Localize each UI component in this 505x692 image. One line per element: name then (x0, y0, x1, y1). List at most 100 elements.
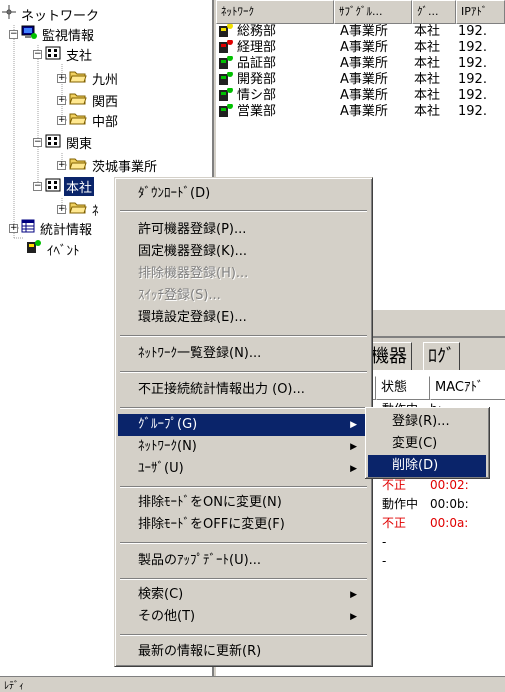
expand-icon[interactable]: + (9, 223, 18, 233)
device-mac: 00:0b: (430, 497, 469, 511)
table-row[interactable]: 開発部 A事業所 本社 192. (216, 72, 505, 88)
folder-icon (69, 111, 87, 129)
menu-item-group-label: ｸﾞﾙｰﾌﾟ(G) (138, 417, 198, 432)
device-status-icon (218, 40, 234, 56)
menu-separator (120, 634, 367, 636)
menu-separator (120, 407, 367, 409)
folder-icon (69, 200, 87, 218)
tab-log[interactable]: ﾛｸﾞ (423, 342, 460, 370)
menu-item-download[interactable]: ﾀﾞｳﾝﾛｰﾄﾞ(D) (118, 183, 369, 205)
tree-item-chubu[interactable]: + 中部 (57, 110, 120, 130)
menu-separator (120, 486, 367, 488)
menu-item-network-list[interactable]: ﾈｯﾄﾜｰｸ一覧登録(N)... (118, 343, 369, 365)
tree-label: ｲﾍﾞﾝﾄ (47, 243, 80, 259)
expand-icon[interactable]: + (57, 95, 66, 105)
column-header-network[interactable]: ﾈｯﾄﾜｰｸ (216, 0, 334, 24)
menu-item-network-label: ﾈｯﾄﾜｰｸ(N) (138, 439, 197, 454)
table-row[interactable]: 総務部 A事業所 本社 192. (216, 24, 505, 40)
building-icon (45, 132, 61, 152)
tree-item-kansai[interactable]: + 関西 (57, 90, 120, 110)
expand-icon[interactable]: + (57, 204, 66, 214)
column-header-mac[interactable]: MACｱﾄﾞ (430, 376, 505, 400)
column-header-ip[interactable]: IPｱﾄﾞ (456, 0, 505, 24)
tree-item-events[interactable]: ｲﾍﾞﾝﾄ (26, 239, 82, 259)
list-rows: 総務部 A事業所 本社 192. 経理部 A事業所 本社 192. 品証部 A事業所 本社 192. 開… (216, 24, 505, 120)
ip-cell: 192. (458, 40, 487, 55)
device-row[interactable]: 動作中 00:0b: (366, 495, 505, 514)
menu-item-user[interactable]: ﾕｰｻﾞ(U) ▶ (118, 458, 369, 480)
collapse-icon[interactable]: − (33, 49, 42, 59)
group-cell: 本社 (414, 56, 441, 71)
tree-label: 中部 (92, 114, 119, 130)
tree-label: 茨城事業所 (92, 159, 158, 175)
submenu-item-delete[interactable]: 削除(D) (368, 455, 486, 477)
network-name: 情シ部 (237, 88, 277, 103)
menu-item-other[interactable]: その他(T) ▶ (118, 606, 369, 628)
submenu-item-change[interactable]: 変更(C) (368, 433, 486, 455)
network-cell: 開発部 (216, 72, 334, 88)
menu-separator (120, 542, 367, 544)
collapse-icon[interactable]: − (33, 181, 42, 191)
tree-item-branch[interactable]: − 支社 (33, 44, 94, 64)
menu-separator (120, 210, 367, 212)
device-row[interactable]: - (366, 533, 505, 552)
expand-icon[interactable]: + (57, 160, 66, 170)
table-row[interactable]: 情シ部 A事業所 本社 192. (216, 88, 505, 104)
submenu-arrow-icon: ▶ (350, 442, 357, 452)
tree-item-network-root[interactable]: ネットワーク (2, 4, 101, 24)
network-cell: 経理部 (216, 40, 334, 56)
expand-icon[interactable]: + (57, 115, 66, 125)
tree-label: 関西 (92, 94, 119, 110)
table-row[interactable]: 品証部 A事業所 本社 192. (216, 56, 505, 72)
collapse-icon[interactable]: − (9, 29, 18, 39)
device-row[interactable]: - (366, 552, 505, 571)
subgroup-cell: A事業所 (340, 104, 388, 119)
tree-item-ibaraki[interactable]: + 茨城事業所 (57, 155, 159, 175)
group-cell: 本社 (414, 104, 441, 119)
tree-item-kyushu[interactable]: + 九州 (57, 68, 120, 88)
device-row[interactable]: 不正 00:0a: (366, 514, 505, 533)
network-root-icon (2, 5, 16, 23)
event-device-icon (26, 239, 42, 259)
building-icon (45, 176, 61, 196)
menu-item-update[interactable]: 製品のｱｯﾌﾟﾃﾞｰﾄ(U)... (118, 550, 369, 572)
column-header-group[interactable]: ｸﾞ... (412, 0, 456, 24)
tree-item-monitor[interactable]: − 監視情報 (9, 24, 96, 44)
status-bar: ﾚﾃﾞｨ (0, 676, 505, 692)
group-submenu: 登録(R)... 変更(C) 削除(D) (365, 407, 490, 479)
tree-item-honsha[interactable]: − 本社 (33, 176, 95, 196)
column-header-status[interactable]: 状態 (376, 376, 430, 400)
network-name: 総務部 (237, 24, 277, 39)
menu-item-exclude-off[interactable]: 排除ﾓｰﾄﾞをOFFに変更(F) (118, 514, 369, 536)
device-status: 不正 (382, 516, 407, 530)
device-mac: 00:0a: (430, 516, 469, 530)
tree-label: 支社 (66, 48, 93, 64)
submenu-arrow-icon: ▶ (350, 612, 357, 622)
menu-item-search[interactable]: 検索(C) ▶ (118, 584, 369, 606)
tree-item-kanto[interactable]: − 関東 (33, 132, 94, 152)
menu-item-exclude-on[interactable]: 排除ﾓｰﾄﾞをONに変更(N) (118, 492, 369, 514)
menu-item-environment[interactable]: 環境設定登録(E)... (118, 307, 369, 329)
menu-item-permit-device[interactable]: 許可機器登録(P)... (118, 219, 369, 241)
submenu-item-register[interactable]: 登録(R)... (368, 411, 486, 433)
device-status: - (382, 554, 387, 568)
submenu-arrow-icon: ▶ (350, 420, 357, 430)
menu-item-group[interactable]: ｸﾞﾙｰﾌﾟ(G) ▶ (118, 414, 369, 436)
collapse-icon[interactable]: − (33, 137, 42, 147)
expand-icon[interactable]: + (57, 73, 66, 83)
menu-item-user-label: ﾕｰｻﾞ(U) (138, 461, 184, 476)
menu-item-network[interactable]: ﾈｯﾄﾜｰｸ(N) ▶ (118, 436, 369, 458)
table-row[interactable]: 営業部 A事業所 本社 192. (216, 104, 505, 120)
menu-item-fixed-device[interactable]: 固定機器登録(K)... (118, 241, 369, 263)
column-header-subgroup[interactable]: ｻﾌﾞｸﾞﾙ... (334, 0, 412, 24)
subgroup-cell: A事業所 (340, 24, 388, 39)
device-status: - (382, 535, 387, 549)
tree-item-honsha-child[interactable]: + ﾈ (57, 199, 101, 219)
table-row[interactable]: 経理部 A事業所 本社 192. (216, 40, 505, 56)
menu-item-refresh[interactable]: 最新の情報に更新(R) (118, 641, 369, 663)
ip-cell: 192. (458, 104, 487, 119)
tree-label-selected: 本社 (64, 176, 95, 196)
tree-item-stats[interactable]: + 統計情報 (9, 218, 94, 238)
tree-label: 監視情報 (42, 28, 95, 44)
menu-item-stats-output[interactable]: 不正接続統計情報出力 (O)... (118, 379, 369, 401)
